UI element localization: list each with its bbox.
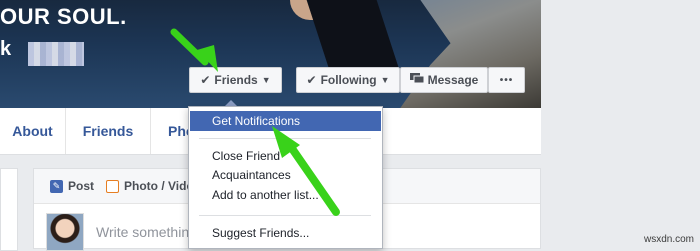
caret-down-icon: ▼	[380, 75, 390, 85]
menu-item-acquaintances[interactable]: Acquaintances	[190, 165, 381, 185]
cover-caption: OUR SOUL.	[0, 4, 127, 29]
menu-divider	[199, 215, 371, 216]
menu-item-get-notifications[interactable]: Get Notifications	[190, 111, 381, 131]
tab-about[interactable]: About	[0, 108, 66, 154]
more-button[interactable]: •••	[488, 67, 525, 93]
composer-tab-photo[interactable]: Photo / Vide	[106, 169, 193, 203]
composer-tab-post-label: Post	[68, 179, 95, 193]
left-column-card	[0, 168, 18, 251]
cover-person-leg	[306, 0, 400, 70]
check-icon: ✔	[306, 73, 317, 87]
profile-name-blur	[28, 42, 84, 66]
watermark: wsxdn.com	[643, 234, 694, 245]
friends-button-label: Friends	[214, 73, 258, 87]
more-icon: •••	[499, 74, 514, 86]
menu-item-add-to-list[interactable]: Add to another list...	[190, 185, 381, 205]
avatar	[46, 213, 84, 251]
following-button-label: Following	[320, 73, 377, 87]
friends-dropdown-menu: Get Notifications Close Friend Acquainta…	[188, 106, 383, 249]
message-button[interactable]: Message	[400, 67, 488, 93]
tab-friends[interactable]: Friends	[66, 108, 151, 154]
pencil-icon: ✎	[50, 179, 63, 193]
menu-item-suggest-friends[interactable]: Suggest Friends...	[190, 223, 381, 243]
check-icon: ✔	[200, 73, 211, 87]
menu-divider	[199, 138, 371, 139]
composer-input[interactable]: Write somethin	[96, 224, 189, 240]
message-icon	[409, 72, 425, 88]
caret-down-icon: ▼	[261, 75, 271, 85]
friends-button[interactable]: ✔ Friends ▼	[189, 67, 282, 93]
profile-name: k	[0, 38, 12, 60]
composer-tab-photo-label: Photo / Vide	[124, 179, 194, 193]
composer-tab-post[interactable]: ✎ Post	[50, 169, 94, 203]
following-button[interactable]: ✔ Following ▼	[296, 67, 400, 93]
photo-icon	[106, 179, 119, 193]
message-button-label: Message	[427, 73, 479, 87]
menu-item-close-friends[interactable]: Close Friend	[190, 146, 381, 166]
